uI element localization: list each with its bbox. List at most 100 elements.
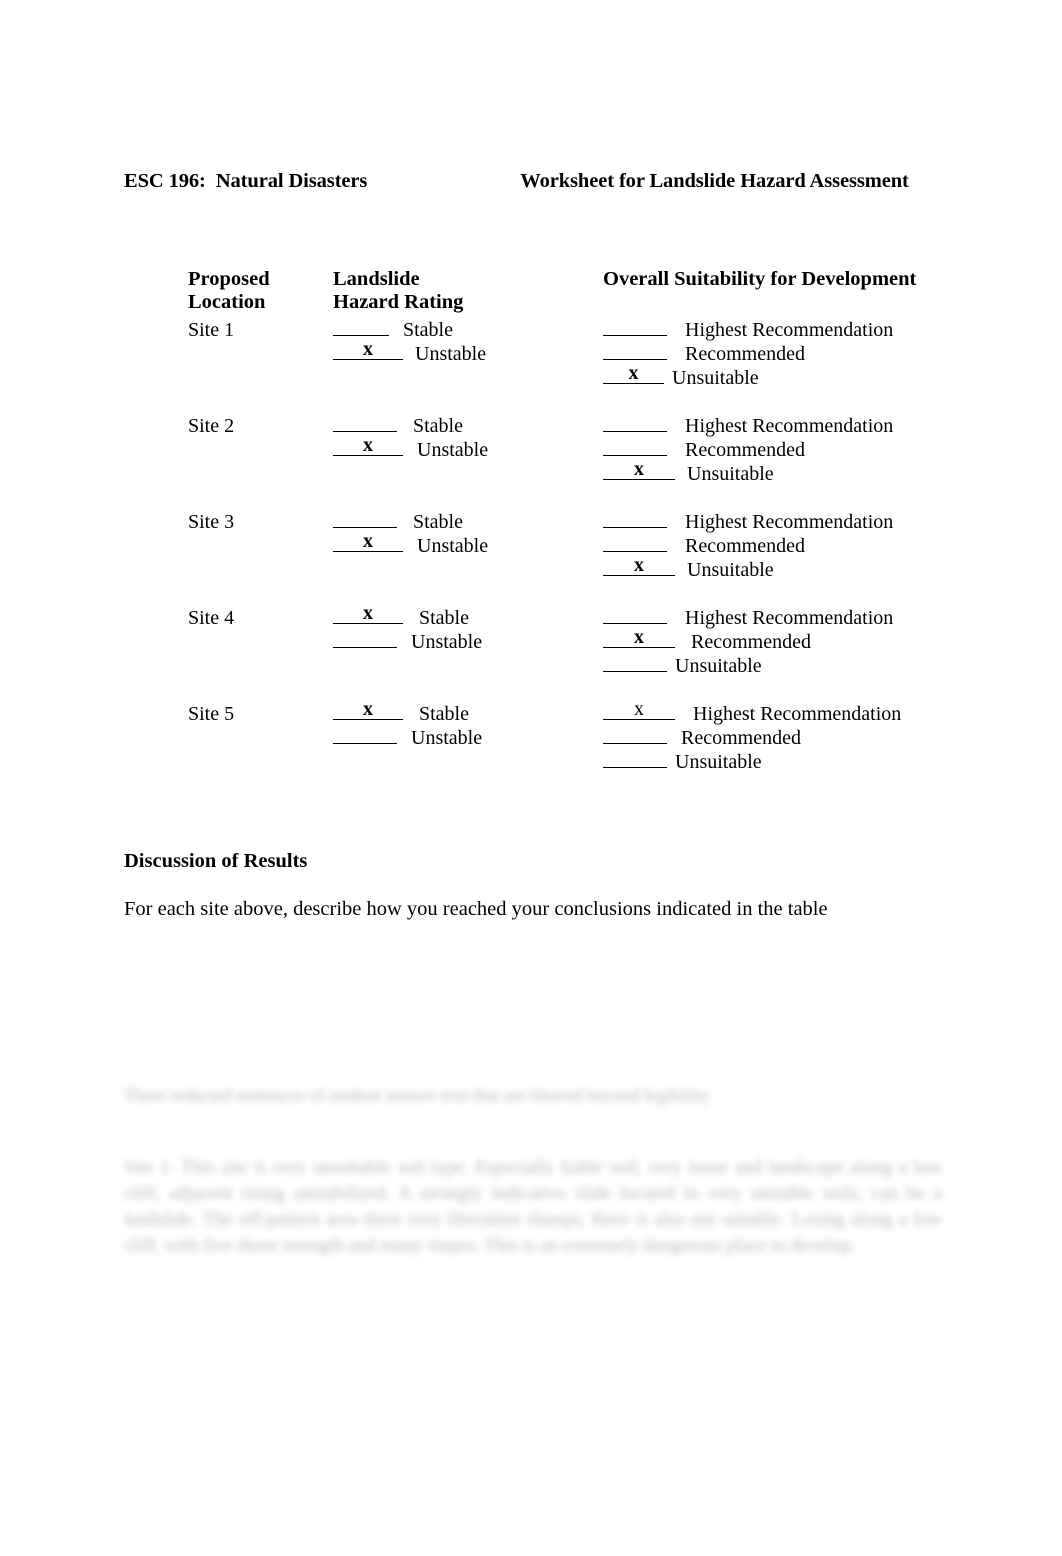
selection-mark: x	[363, 434, 373, 457]
checkbox-blank[interactable]	[333, 318, 389, 336]
site-name: Site 5	[188, 703, 235, 725]
checkbox-blank[interactable]	[603, 438, 667, 457]
option-line: x Stable	[333, 698, 482, 726]
hazard-rating-group: x Stable Unstable	[333, 698, 482, 750]
selection-mark: x	[363, 338, 373, 361]
checkbox-blank[interactable]: x	[603, 555, 675, 577]
option-label: Stable	[419, 703, 469, 725]
overall-suitability-group: x Highest Recommendation Recommended Unsuit…	[603, 698, 902, 775]
option-label: Recommended	[691, 631, 811, 654]
checkbox-blank[interactable]	[333, 726, 397, 745]
site-name: Site 2	[188, 415, 235, 437]
option-line: Highest Recommendation	[603, 414, 893, 438]
checkbox-blank[interactable]	[603, 606, 667, 624]
selection-mark: x	[634, 626, 644, 649]
option-label: Recommended	[685, 535, 805, 558]
overall-suitability-group: Highest Recommendation x Recommended Unsuit…	[603, 606, 893, 679]
option-label: Recommended	[681, 727, 801, 750]
checkbox-blank[interactable]	[333, 630, 397, 649]
checkbox-blank[interactable]: x	[333, 698, 403, 720]
option-label: Highest Recommendation	[693, 703, 902, 725]
selection-mark: x	[363, 602, 373, 624]
checkbox-blank[interactable]: x	[603, 626, 675, 649]
checkbox-blank[interactable]: x	[603, 362, 664, 385]
option-label: Highest Recommendation	[685, 415, 894, 437]
table-column-headers: Proposed Location Landslide Hazard Ratin…	[188, 268, 948, 318]
table-row: Site 1 Stable x Unstable Highest Recommendat…	[188, 318, 948, 414]
option-line: Highest Recommendation	[603, 510, 893, 534]
option-line: Unsuitable	[603, 654, 893, 678]
option-line: x Highest Recommendation	[603, 698, 902, 726]
discussion-prompt: For each site above, describe how you re…	[124, 898, 828, 920]
option-label: Recommended	[685, 343, 805, 366]
hazard-rating-group: Stable x Unstable	[333, 414, 488, 462]
option-line: Recommended	[603, 726, 901, 750]
option-label: Stable	[413, 415, 463, 437]
checkbox-blank[interactable]: x	[333, 434, 403, 457]
document-page: ESC 196: Natural Disasters Worksheet for…	[0, 0, 1062, 1556]
overall-suitability-group: Highest Recommendation Recommended x Unsuit…	[603, 414, 893, 487]
site-rows: Site 1 Stable x Unstable Highest Recommendat…	[188, 318, 948, 782]
option-label: Unsuitable	[675, 751, 762, 774]
course-title: ESC 196: Natural Disasters	[124, 170, 368, 192]
option-label: Highest Recommendation	[685, 319, 894, 341]
selection-mark: x	[634, 698, 644, 720]
checkbox-blank[interactable]: x	[333, 338, 403, 361]
column-header-proposed-location: Proposed Location	[188, 268, 270, 313]
option-label: Unsuitable	[687, 559, 774, 582]
checkbox-blank[interactable]	[603, 750, 667, 769]
option-label: Unsuitable	[672, 367, 759, 390]
option-label: Unsuitable	[675, 655, 762, 678]
option-label: Unstable	[411, 727, 483, 750]
site-name: Site 4	[188, 607, 235, 629]
checkbox-blank[interactable]	[603, 342, 667, 361]
checkbox-blank[interactable]	[333, 414, 397, 432]
checkbox-blank[interactable]	[333, 510, 397, 528]
option-line: x Unstable	[333, 434, 489, 462]
table-row: Site 4 x Stable Unstable Highest Recommendat…	[188, 602, 948, 702]
selection-mark: x	[628, 362, 639, 385]
checkbox-blank[interactable]	[603, 318, 667, 336]
overall-suitability-group: Highest Recommendation Recommended x Unsuit…	[603, 318, 893, 391]
hazard-rating-group: Stable x Unstable	[333, 318, 486, 366]
checkbox-blank[interactable]	[603, 510, 667, 528]
checkbox-blank[interactable]: x	[333, 602, 403, 624]
option-label: Unstable	[417, 439, 489, 462]
hazard-rating-group: Stable x Unstable	[333, 510, 488, 558]
option-label: Stable	[413, 511, 463, 533]
option-label: Unsuitable	[687, 463, 774, 486]
option-line: x Unsuitable	[603, 362, 893, 390]
option-line: x Unstable	[333, 530, 488, 558]
table-row: Site 2 Stable x Unstable Highest Recommendat…	[188, 414, 948, 510]
option-label: Unstable	[415, 343, 487, 366]
option-line: Unsuitable	[603, 750, 901, 774]
option-label: Unstable	[411, 631, 483, 654]
document-header: ESC 196: Natural Disasters Worksheet for…	[124, 170, 936, 193]
checkbox-blank[interactable]: x	[333, 530, 403, 553]
option-line: Unstable	[333, 630, 482, 654]
selection-mark: x	[634, 458, 644, 481]
option-line: x Unsuitable	[603, 555, 893, 582]
selection-mark: x	[363, 698, 373, 720]
option-line: Unstable	[333, 726, 482, 750]
checkbox-blank[interactable]	[603, 654, 667, 673]
redacted-text-block-b: Site 1: This site is very unsuitable soi…	[124, 1157, 947, 1256]
hazard-rating-group: x Stable Unstable	[333, 602, 482, 654]
option-line: x Recommended	[603, 626, 893, 654]
checkbox-blank[interactable]	[603, 534, 667, 553]
checkbox-blank[interactable]	[603, 726, 667, 745]
site-name: Site 3	[188, 511, 235, 533]
option-label: Stable	[419, 607, 469, 629]
column-header-landslide-hazard-rating: Landslide Hazard Rating	[333, 268, 464, 313]
discussion-heading: Discussion of Results	[124, 850, 308, 872]
checkbox-blank[interactable]: x	[603, 458, 675, 481]
checkbox-blank[interactable]: x	[603, 698, 675, 720]
selection-mark: x	[363, 530, 373, 553]
option-label: Recommended	[685, 439, 805, 462]
option-label: Highest Recommendation	[685, 607, 894, 629]
option-label: Stable	[403, 319, 453, 341]
table-row: Site 5 x Stable Unstable x Highest Recommenda…	[188, 698, 948, 782]
redacted-text-block-a: Three redacted sentences of student answ…	[124, 1085, 710, 1105]
assessment-table: Proposed Location Landslide Hazard Ratin…	[188, 268, 948, 782]
checkbox-blank[interactable]	[603, 414, 667, 432]
